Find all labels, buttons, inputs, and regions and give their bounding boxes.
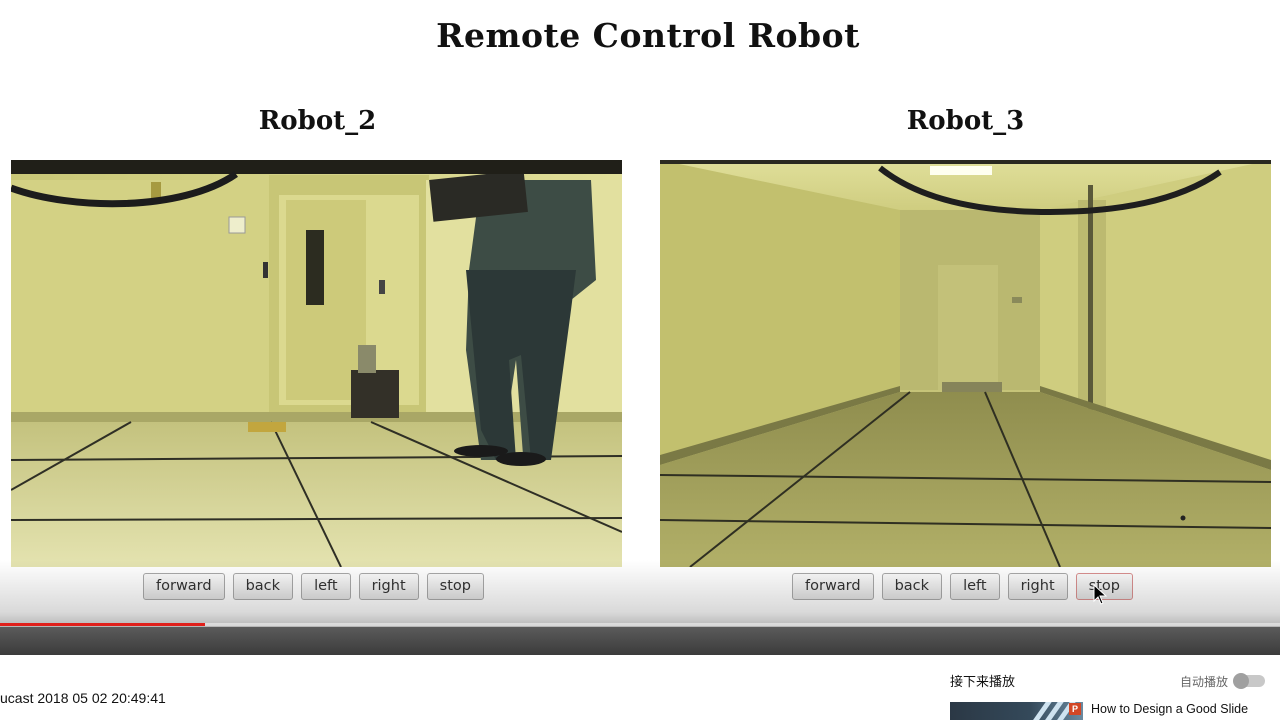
video-progress-fill (0, 623, 205, 626)
robot-2-stop-button[interactable]: stop (426, 573, 484, 600)
robot-2-left-button[interactable]: left (301, 573, 351, 600)
autoplay-toggle[interactable] (1233, 673, 1265, 689)
robot-2-camera-feed (11, 160, 622, 567)
robot-3-back-button[interactable]: back (881, 573, 943, 600)
robot-2-forward-button[interactable]: forward (143, 573, 225, 600)
robot-3-right-button[interactable]: right (1007, 573, 1068, 600)
player-controls-bar[interactable] (0, 627, 1280, 655)
autoplay-toggle-knob (1233, 673, 1249, 689)
up-next-label: 接下来播放 (950, 674, 1016, 689)
autoplay-label: 自动播放 (1180, 675, 1229, 689)
mouse-cursor-icon (1093, 584, 1108, 605)
robot-2-controls: forward back left right stop (143, 573, 484, 601)
robot-3-camera-feed (660, 160, 1271, 567)
recommended-video-thumbnail[interactable]: P (950, 702, 1083, 720)
recommended-video-title[interactable]: How to Design a Good Slide (1091, 702, 1248, 716)
robot-3-forward-button[interactable]: forward (792, 573, 874, 600)
robot-3-controls: forward back left right stop (792, 573, 1133, 601)
below-player-area (0, 655, 1280, 720)
robot-2-camera-image (11, 160, 622, 567)
video-title: ucast 2018 05 02 20:49:41 (0, 690, 166, 706)
robot-2-back-button[interactable]: back (232, 573, 294, 600)
robot-2-right-button[interactable]: right (358, 573, 419, 600)
robot-3-title: Robot_3 (906, 106, 1025, 136)
screen: Remote Control Robot Robot_2 Robot_3 for… (0, 0, 1280, 720)
video-progress-bar[interactable] (0, 623, 1280, 626)
page-title: Remote Control Robot (436, 16, 860, 55)
robot-2-title: Robot_2 (258, 106, 377, 136)
robot-3-camera-image (660, 160, 1271, 567)
powerpoint-icon: P (1069, 703, 1081, 715)
robot-3-left-button[interactable]: left (950, 573, 1000, 600)
